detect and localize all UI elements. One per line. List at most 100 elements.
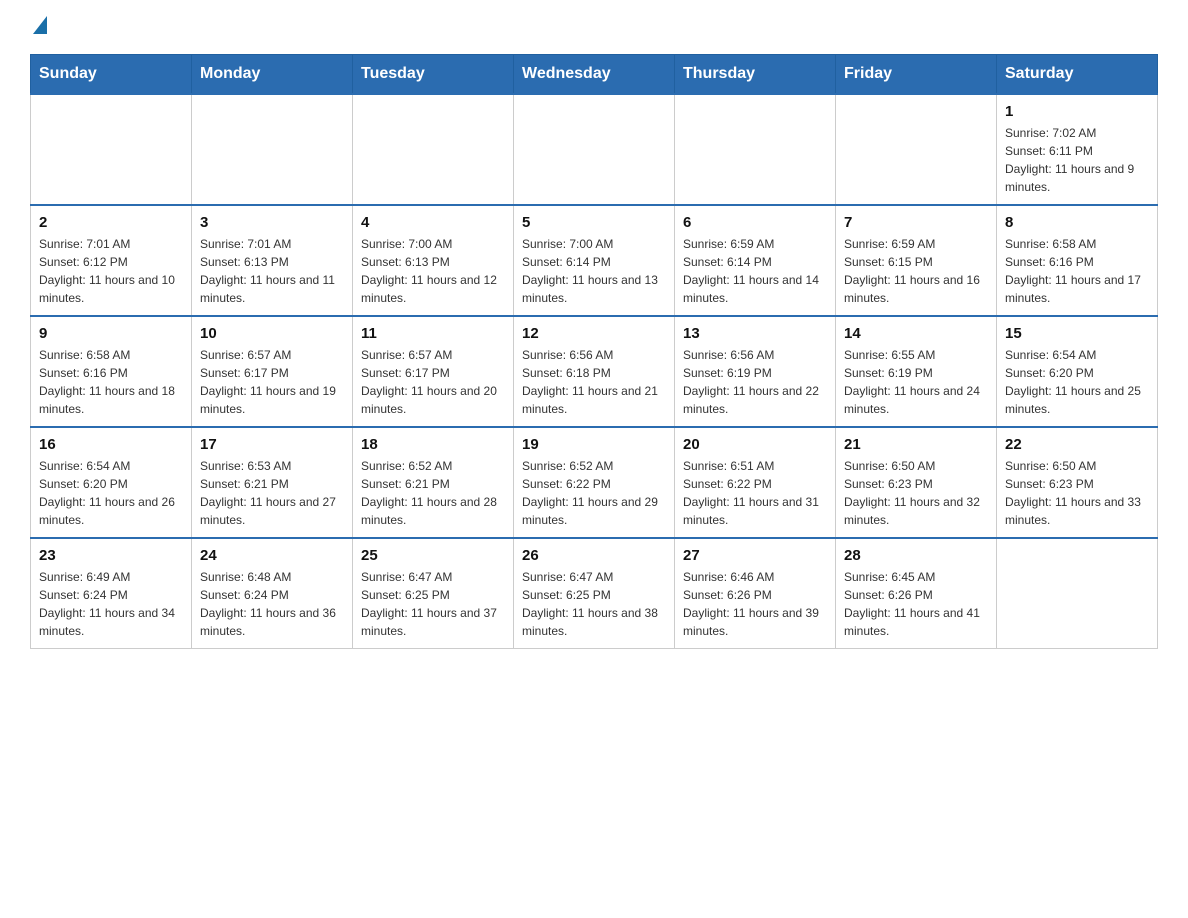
calendar-cell: 5 Sunrise: 7:00 AM Sunset: 6:14 PM Dayli… [514,205,675,316]
day-number: 1 [1005,103,1149,120]
day-number: 14 [844,325,988,342]
day-info: Sunrise: 6:52 AM Sunset: 6:22 PM Dayligh… [522,457,666,529]
day-number: 4 [361,214,505,231]
day-number: 6 [683,214,827,231]
day-info: Sunrise: 7:00 AM Sunset: 6:13 PM Dayligh… [361,235,505,307]
day-number: 16 [39,436,183,453]
logo [30,20,47,34]
calendar-cell: 20 Sunrise: 6:51 AM Sunset: 6:22 PM Dayl… [675,427,836,538]
day-number: 21 [844,436,988,453]
calendar-cell: 2 Sunrise: 7:01 AM Sunset: 6:12 PM Dayli… [31,205,192,316]
calendar-cell: 16 Sunrise: 6:54 AM Sunset: 6:20 PM Dayl… [31,427,192,538]
calendar-cell [675,94,836,205]
day-info: Sunrise: 6:54 AM Sunset: 6:20 PM Dayligh… [1005,346,1149,418]
calendar-cell [836,94,997,205]
day-number: 26 [522,547,666,564]
calendar-cell: 13 Sunrise: 6:56 AM Sunset: 6:19 PM Dayl… [675,316,836,427]
calendar-cell: 19 Sunrise: 6:52 AM Sunset: 6:22 PM Dayl… [514,427,675,538]
calendar-cell: 26 Sunrise: 6:47 AM Sunset: 6:25 PM Dayl… [514,538,675,649]
calendar-cell: 11 Sunrise: 6:57 AM Sunset: 6:17 PM Dayl… [353,316,514,427]
column-header-friday: Friday [836,55,997,95]
calendar-cell [514,94,675,205]
calendar-cell: 7 Sunrise: 6:59 AM Sunset: 6:15 PM Dayli… [836,205,997,316]
column-header-wednesday: Wednesday [514,55,675,95]
day-number: 15 [1005,325,1149,342]
calendar-cell: 27 Sunrise: 6:46 AM Sunset: 6:26 PM Dayl… [675,538,836,649]
day-info: Sunrise: 7:01 AM Sunset: 6:13 PM Dayligh… [200,235,344,307]
column-header-saturday: Saturday [997,55,1158,95]
day-info: Sunrise: 7:02 AM Sunset: 6:11 PM Dayligh… [1005,124,1149,196]
calendar-cell: 15 Sunrise: 6:54 AM Sunset: 6:20 PM Dayl… [997,316,1158,427]
day-number: 12 [522,325,666,342]
calendar-week-row: 16 Sunrise: 6:54 AM Sunset: 6:20 PM Dayl… [31,427,1158,538]
calendar-cell: 12 Sunrise: 6:56 AM Sunset: 6:18 PM Dayl… [514,316,675,427]
day-number: 8 [1005,214,1149,231]
day-info: Sunrise: 6:50 AM Sunset: 6:23 PM Dayligh… [1005,457,1149,529]
column-header-tuesday: Tuesday [353,55,514,95]
calendar-cell: 18 Sunrise: 6:52 AM Sunset: 6:21 PM Dayl… [353,427,514,538]
day-info: Sunrise: 6:59 AM Sunset: 6:15 PM Dayligh… [844,235,988,307]
day-info: Sunrise: 6:49 AM Sunset: 6:24 PM Dayligh… [39,568,183,640]
calendar-cell: 17 Sunrise: 6:53 AM Sunset: 6:21 PM Dayl… [192,427,353,538]
day-info: Sunrise: 6:47 AM Sunset: 6:25 PM Dayligh… [522,568,666,640]
day-number: 23 [39,547,183,564]
calendar-cell: 22 Sunrise: 6:50 AM Sunset: 6:23 PM Dayl… [997,427,1158,538]
day-number: 11 [361,325,505,342]
calendar-cell: 10 Sunrise: 6:57 AM Sunset: 6:17 PM Dayl… [192,316,353,427]
day-info: Sunrise: 6:47 AM Sunset: 6:25 PM Dayligh… [361,568,505,640]
day-number: 18 [361,436,505,453]
calendar-cell: 14 Sunrise: 6:55 AM Sunset: 6:19 PM Dayl… [836,316,997,427]
day-info: Sunrise: 7:00 AM Sunset: 6:14 PM Dayligh… [522,235,666,307]
calendar-cell: 25 Sunrise: 6:47 AM Sunset: 6:25 PM Dayl… [353,538,514,649]
day-info: Sunrise: 6:57 AM Sunset: 6:17 PM Dayligh… [361,346,505,418]
calendar-week-row: 2 Sunrise: 7:01 AM Sunset: 6:12 PM Dayli… [31,205,1158,316]
calendar-header-row: SundayMondayTuesdayWednesdayThursdayFrid… [31,55,1158,95]
day-number: 9 [39,325,183,342]
day-info: Sunrise: 6:45 AM Sunset: 6:26 PM Dayligh… [844,568,988,640]
day-info: Sunrise: 6:56 AM Sunset: 6:18 PM Dayligh… [522,346,666,418]
day-info: Sunrise: 6:55 AM Sunset: 6:19 PM Dayligh… [844,346,988,418]
column-header-sunday: Sunday [31,55,192,95]
day-info: Sunrise: 6:58 AM Sunset: 6:16 PM Dayligh… [39,346,183,418]
day-number: 24 [200,547,344,564]
calendar-cell: 1 Sunrise: 7:02 AM Sunset: 6:11 PM Dayli… [997,94,1158,205]
calendar-cell [31,94,192,205]
calendar-week-row: 1 Sunrise: 7:02 AM Sunset: 6:11 PM Dayli… [31,94,1158,205]
day-info: Sunrise: 6:51 AM Sunset: 6:22 PM Dayligh… [683,457,827,529]
calendar-cell: 6 Sunrise: 6:59 AM Sunset: 6:14 PM Dayli… [675,205,836,316]
calendar-cell [353,94,514,205]
calendar-cell [997,538,1158,649]
day-info: Sunrise: 6:57 AM Sunset: 6:17 PM Dayligh… [200,346,344,418]
column-header-monday: Monday [192,55,353,95]
day-number: 27 [683,547,827,564]
calendar-cell: 21 Sunrise: 6:50 AM Sunset: 6:23 PM Dayl… [836,427,997,538]
day-info: Sunrise: 6:46 AM Sunset: 6:26 PM Dayligh… [683,568,827,640]
day-info: Sunrise: 6:58 AM Sunset: 6:16 PM Dayligh… [1005,235,1149,307]
day-info: Sunrise: 6:48 AM Sunset: 6:24 PM Dayligh… [200,568,344,640]
day-info: Sunrise: 6:50 AM Sunset: 6:23 PM Dayligh… [844,457,988,529]
day-info: Sunrise: 6:53 AM Sunset: 6:21 PM Dayligh… [200,457,344,529]
calendar-cell: 24 Sunrise: 6:48 AM Sunset: 6:24 PM Dayl… [192,538,353,649]
day-info: Sunrise: 6:56 AM Sunset: 6:19 PM Dayligh… [683,346,827,418]
calendar-cell [192,94,353,205]
day-number: 13 [683,325,827,342]
day-info: Sunrise: 6:54 AM Sunset: 6:20 PM Dayligh… [39,457,183,529]
calendar-cell: 23 Sunrise: 6:49 AM Sunset: 6:24 PM Dayl… [31,538,192,649]
day-number: 7 [844,214,988,231]
calendar-cell: 3 Sunrise: 7:01 AM Sunset: 6:13 PM Dayli… [192,205,353,316]
day-number: 20 [683,436,827,453]
logo-triangle-icon [33,16,47,34]
calendar-cell: 8 Sunrise: 6:58 AM Sunset: 6:16 PM Dayli… [997,205,1158,316]
day-number: 28 [844,547,988,564]
day-number: 3 [200,214,344,231]
day-info: Sunrise: 6:59 AM Sunset: 6:14 PM Dayligh… [683,235,827,307]
day-info: Sunrise: 6:52 AM Sunset: 6:21 PM Dayligh… [361,457,505,529]
day-number: 17 [200,436,344,453]
day-number: 10 [200,325,344,342]
day-info: Sunrise: 7:01 AM Sunset: 6:12 PM Dayligh… [39,235,183,307]
day-number: 25 [361,547,505,564]
calendar-table: SundayMondayTuesdayWednesdayThursdayFrid… [30,54,1158,649]
column-header-thursday: Thursday [675,55,836,95]
calendar-week-row: 9 Sunrise: 6:58 AM Sunset: 6:16 PM Dayli… [31,316,1158,427]
page-header [30,20,1158,34]
